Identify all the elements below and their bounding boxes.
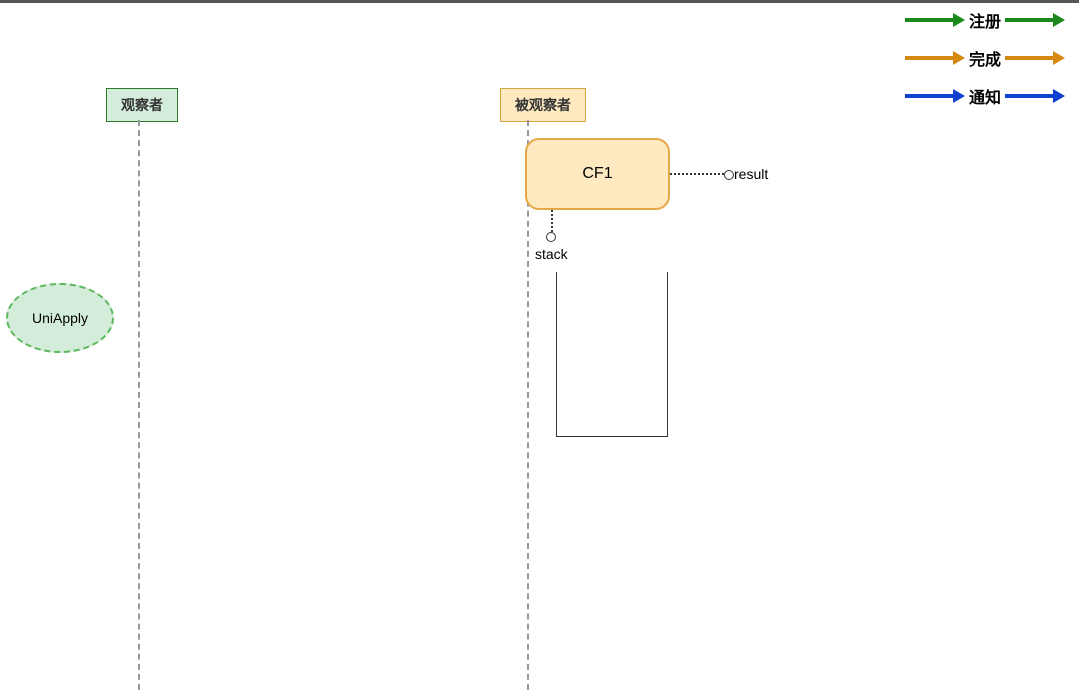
legend-register: 注册 xyxy=(905,8,1065,32)
legend-notify-text: 通知 xyxy=(969,84,1001,108)
arrow-icon xyxy=(905,49,965,67)
arrow-icon xyxy=(905,11,965,29)
stack-circle-icon xyxy=(546,232,556,242)
arrow-icon xyxy=(1005,11,1065,29)
stack-box xyxy=(556,272,668,437)
uniapply-label: UniApply xyxy=(32,310,88,326)
arrow-icon xyxy=(905,87,965,105)
observed-label: 被观察者 xyxy=(500,88,586,122)
cf1-label: CF1 xyxy=(582,165,612,183)
legend-register-text: 注册 xyxy=(969,8,1001,32)
arrow-icon xyxy=(1005,49,1065,67)
legend-complete: 完成 xyxy=(905,46,1065,70)
stack-label: stack xyxy=(535,246,568,262)
cf1-node: CF1 xyxy=(525,138,670,210)
uniapply-node: UniApply xyxy=(6,283,114,353)
result-connector xyxy=(670,173,724,175)
result-circle-icon xyxy=(724,170,734,180)
result-label: result xyxy=(734,166,768,182)
stack-connector xyxy=(551,210,553,232)
legend-notify: 通知 xyxy=(905,84,1065,108)
observer-lifeline xyxy=(138,120,140,690)
observer-label: 观察者 xyxy=(106,88,178,122)
arrow-icon xyxy=(1005,87,1065,105)
legend-complete-text: 完成 xyxy=(969,46,1001,70)
